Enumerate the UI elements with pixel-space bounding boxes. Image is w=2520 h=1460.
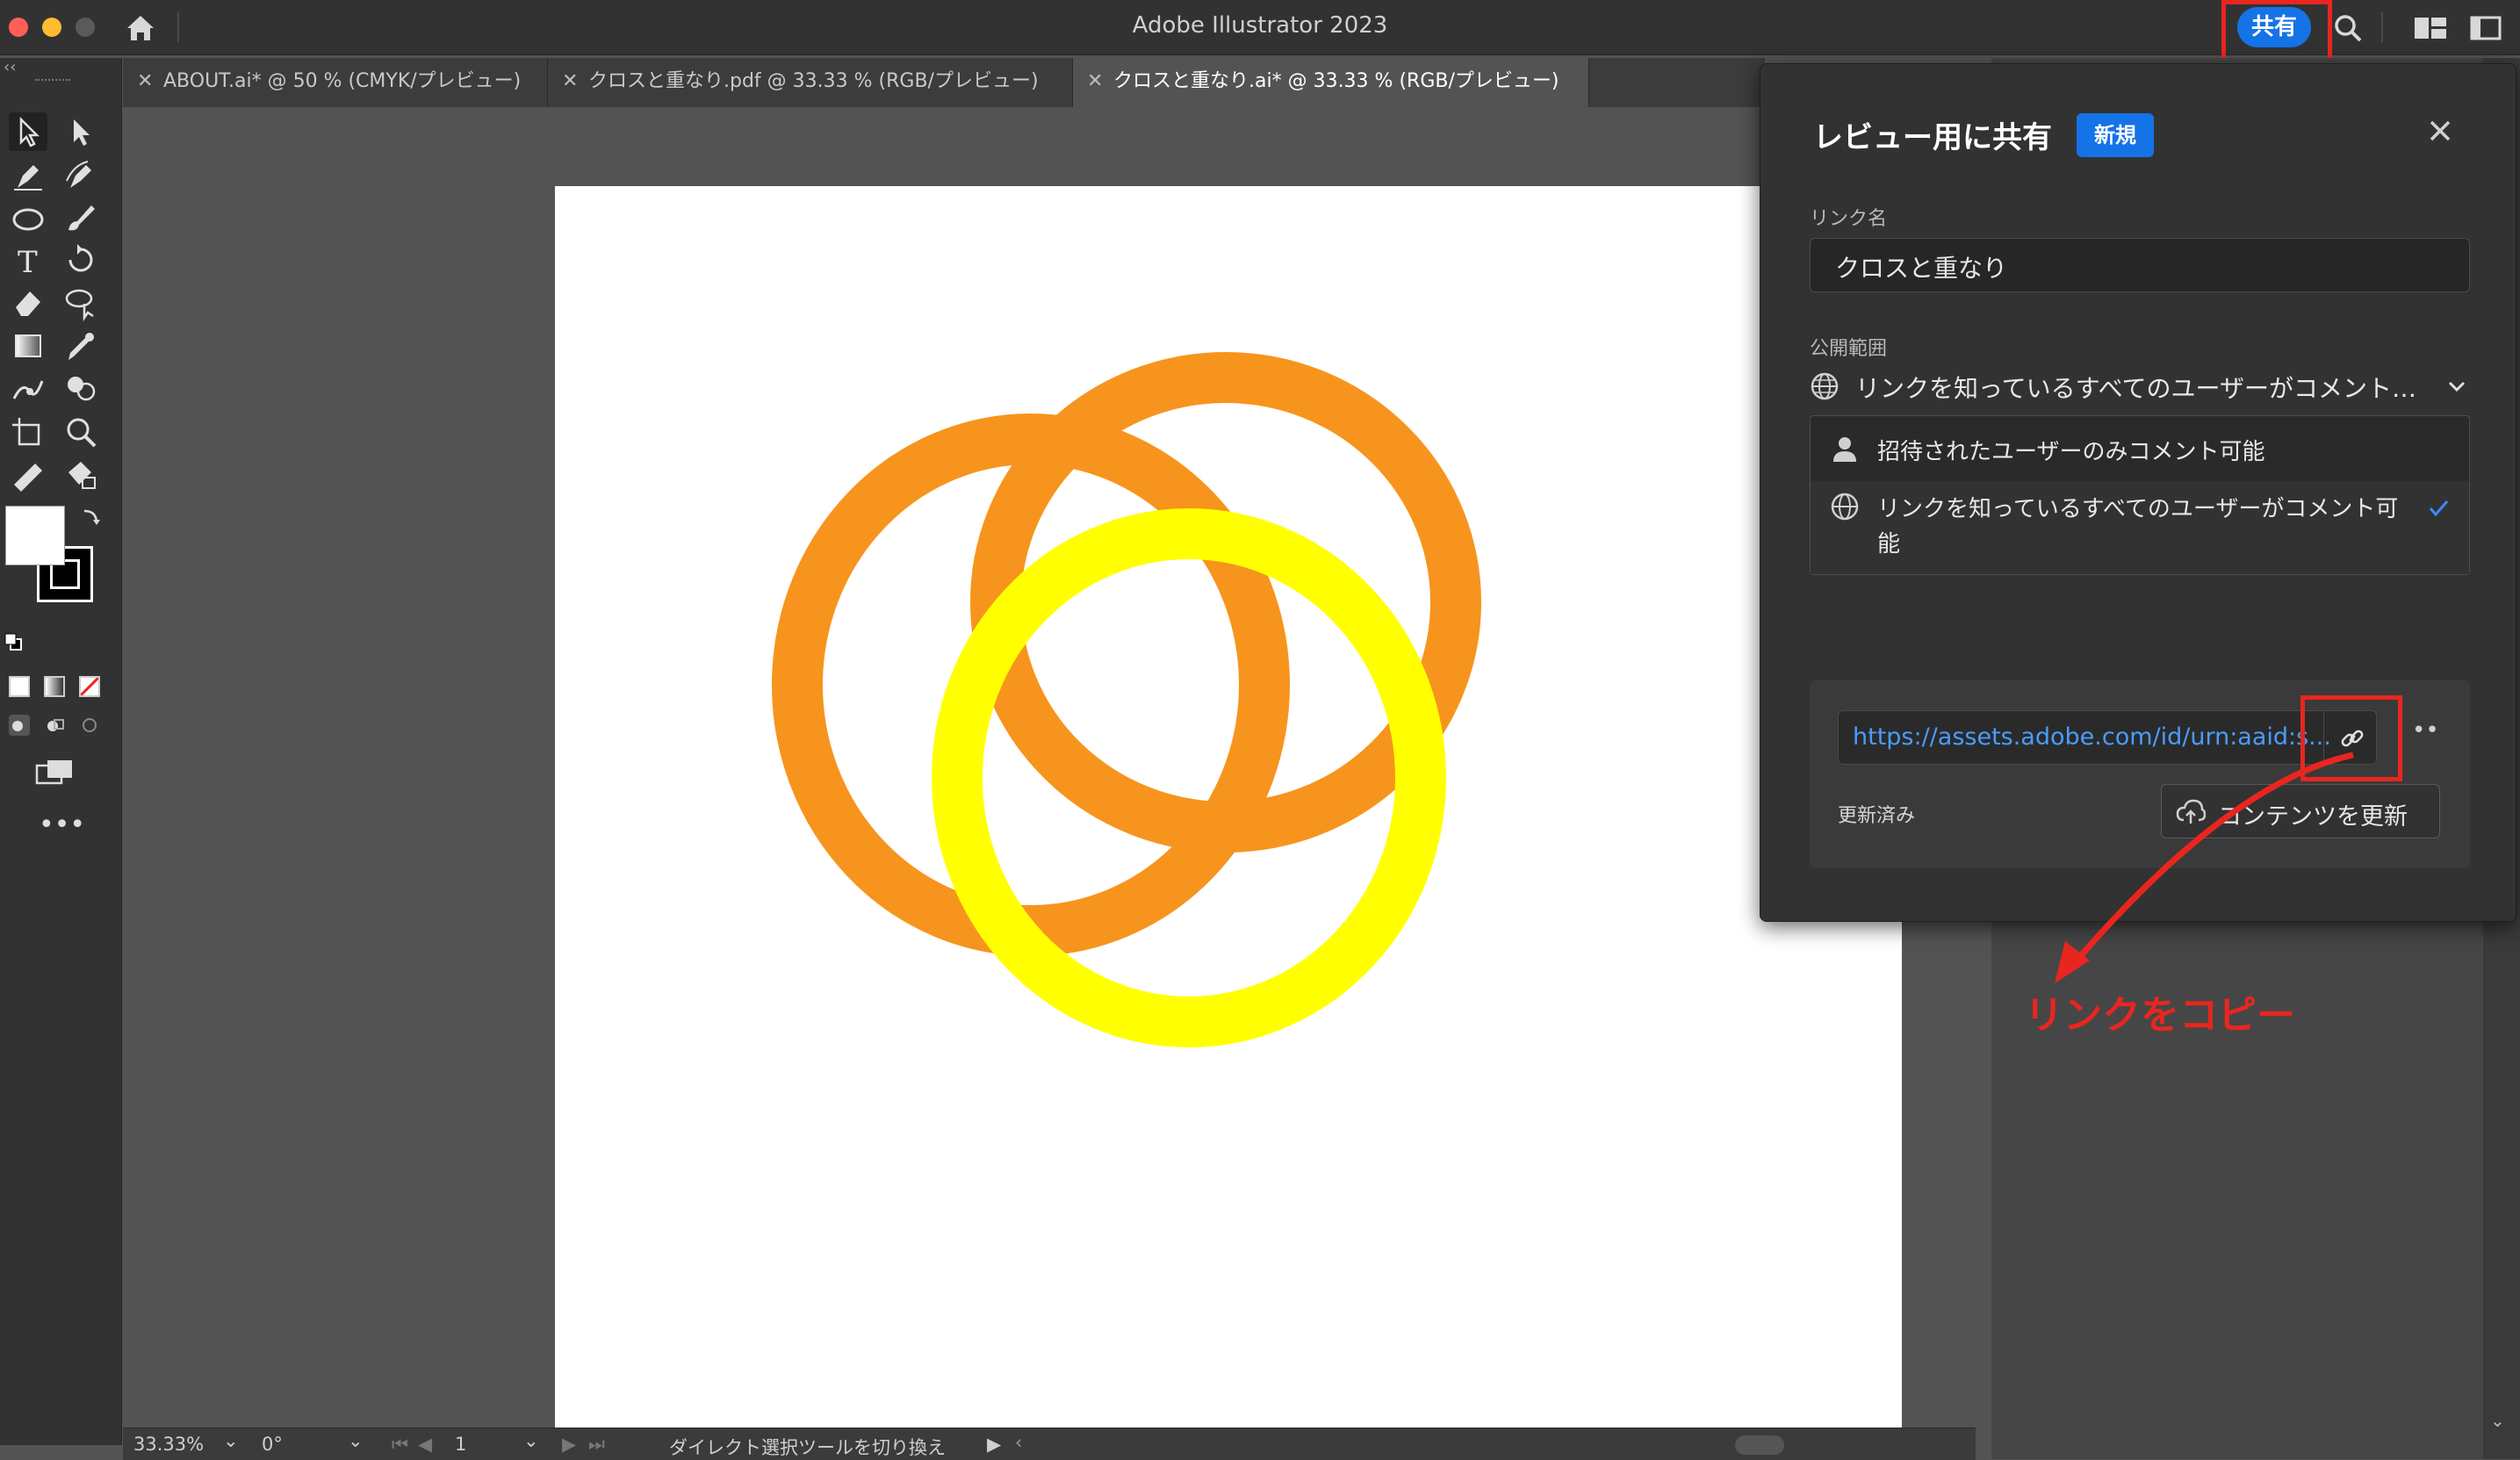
prev-artboard-icon[interactable]: ◀	[418, 1434, 432, 1455]
access-option-label: リンクを知っているすべてのユーザーがコメント可能	[1877, 496, 2399, 557]
puppet-warp-tool-icon[interactable]	[9, 369, 47, 407]
rotation-value[interactable]: 0°	[262, 1434, 283, 1455]
gradient-mode-icon[interactable]	[44, 676, 65, 697]
more-tools-icon[interactable]: •••	[39, 809, 85, 840]
fill-color-swatch[interactable]	[5, 506, 65, 565]
gradient-tool-icon[interactable]	[9, 327, 47, 365]
zoom-dropdown-icon[interactable]: ⌄	[223, 1430, 239, 1451]
svg-text:T: T	[18, 245, 38, 279]
pen-tool-icon[interactable]	[9, 156, 47, 195]
tab-about[interactable]: ✕ ABOUT.ai* @ 50 % (CMYK/プレビュー)	[123, 58, 548, 107]
scroll-down-icon[interactable]: ⌄	[2490, 1410, 2505, 1431]
tab-label: クロスと重なり.pdf @ 33.33 % (RGB/プレビュー)	[588, 70, 1039, 92]
type-tool-icon[interactable]: T	[9, 241, 47, 280]
link-name-field[interactable]: クロスと重なり	[1810, 238, 2470, 292]
next-artboard-icon[interactable]: ▶	[562, 1434, 576, 1455]
status-menu-icon[interactable]: ▶	[987, 1434, 1001, 1455]
grip-icon[interactable]	[35, 79, 70, 86]
artboard-dropdown-icon[interactable]: ⌄	[523, 1430, 539, 1451]
live-paint-tool-icon[interactable]	[61, 455, 100, 493]
tool-hint: ダイレクト選択ツールを切り換え	[669, 1437, 946, 1458]
workspace-switcher-icon[interactable]	[2413, 12, 2448, 44]
access-option-label: 招待されたユーザーのみコメント可能	[1877, 439, 2265, 465]
collapse-toolbar-icon[interactable]: ‹‹	[4, 58, 16, 76]
swap-fill-stroke-icon[interactable]	[81, 506, 102, 527]
draw-normal-icon[interactable]	[7, 713, 32, 737]
tools-panel: ‹‹ T •••	[0, 58, 122, 1445]
eyedropper-tool-icon[interactable]	[61, 327, 100, 365]
panel-toggle-icon[interactable]	[2469, 12, 2504, 44]
access-options-menu: 招待されたユーザーのみコメント可能 リンクを知っているすべてのユーザーがコメント…	[1810, 415, 2470, 575]
zoom-tool-icon[interactable]	[61, 413, 100, 451]
color-mode-icon[interactable]	[9, 676, 30, 697]
artboard-tool-icon[interactable]	[9, 413, 47, 451]
globe-icon	[1810, 371, 1840, 401]
title-bar: Adobe Illustrator 2023 共有	[0, 0, 2520, 77]
access-option-invited[interactable]: 招待されたユーザーのみコメント可能	[1811, 416, 2469, 479]
search-icon[interactable]	[2330, 11, 2365, 46]
last-artboard-icon[interactable]: ⏭	[588, 1434, 605, 1456]
default-colors-icon[interactable]	[4, 632, 23, 651]
access-label: 公開範囲	[1810, 338, 1888, 360]
status-bar: 33.33% ⌄ 0° ⌄ ⏮ ◀ 1 ⌄ ▶ ⏭ ダイレクト選択ツールを切り換…	[123, 1428, 1976, 1460]
globe-icon	[1830, 492, 1860, 521]
lasso-tool-icon[interactable]	[61, 283, 100, 322]
measure-tool-icon[interactable]	[9, 455, 47, 493]
selection-tool-icon[interactable]	[9, 112, 47, 151]
annotation-arrow	[2055, 752, 2354, 983]
horizontal-scroll-thumb[interactable]	[1735, 1435, 1784, 1455]
access-option-anyone[interactable]: リンクを知っているすべてのユーザーがコメント可能	[1811, 481, 2469, 574]
draw-inside-icon[interactable]	[77, 713, 102, 737]
close-tab-icon[interactable]: ✕	[1087, 58, 1103, 105]
tab-cross-ai[interactable]: ✕ クロスと重なり.ai* @ 33.33 % (RGB/プレビュー)	[1073, 58, 1589, 107]
more-options-icon[interactable]: ••	[2412, 717, 2439, 744]
tab-label: クロスと重なり.ai* @ 33.33 % (RGB/プレビュー)	[1113, 70, 1559, 92]
direct-selection-tool-icon[interactable]	[61, 112, 100, 151]
updated-status: 更新済み	[1838, 805, 1916, 827]
draw-behind-icon[interactable]	[42, 713, 67, 737]
close-icon[interactable]	[2423, 113, 2458, 148]
rotation-dropdown-icon[interactable]: ⌄	[348, 1430, 364, 1451]
shape-builder-tool-icon[interactable]	[61, 369, 100, 407]
close-tab-icon[interactable]: ✕	[137, 58, 153, 105]
tab-cross-pdf[interactable]: ✕ クロスと重なり.pdf @ 33.33 % (RGB/プレビュー)	[548, 58, 1073, 107]
link-name-label: リンク名	[1810, 208, 1888, 230]
none-mode-icon[interactable]	[79, 676, 100, 697]
screen-mode-icon[interactable]	[33, 757, 76, 788]
divider	[2381, 12, 2383, 42]
close-tab-icon[interactable]: ✕	[562, 58, 578, 105]
access-dropdown[interactable]: リンクを知っているすべてのユーザーがコメント…	[1810, 366, 2470, 410]
checkmark-icon	[2425, 495, 2452, 521]
ellipse-tool-icon[interactable]	[9, 198, 47, 237]
tab-label: ABOUT.ai* @ 50 % (CMYK/プレビュー)	[163, 70, 522, 92]
access-selected-value: リンクを知っているすべてのユーザーがコメント…	[1855, 374, 2416, 403]
rotate-tool-icon[interactable]	[61, 241, 100, 279]
link-name-value: クロスと重なり	[1835, 254, 2008, 283]
new-badge: 新規	[2077, 113, 2154, 157]
user-icon	[1830, 434, 1860, 464]
paintbrush-tool-icon[interactable]	[61, 198, 100, 237]
document-tabs: ✕ ABOUT.ai* @ 50 % (CMYK/プレビュー) ✕ クロスと重な…	[123, 58, 1765, 107]
scroll-left-icon[interactable]: ‹	[1015, 1432, 1022, 1453]
curvature-tool-icon[interactable]	[61, 156, 100, 195]
first-artboard-icon[interactable]: ⏮	[392, 1434, 408, 1456]
eraser-tool-icon[interactable]	[9, 283, 47, 321]
app-title: Adobe Illustrator 2023	[1132, 12, 1388, 39]
artboard[interactable]	[555, 186, 1902, 1433]
zoom-level[interactable]: 33.33%	[133, 1434, 204, 1455]
artboard-number[interactable]: 1	[455, 1434, 466, 1455]
chevron-down-icon	[2444, 373, 2470, 399]
artwork	[772, 352, 1481, 1047]
panel-title: レビュー用に共有	[1813, 120, 2052, 155]
annotation-label: リンクをコピー	[2025, 993, 2295, 1038]
